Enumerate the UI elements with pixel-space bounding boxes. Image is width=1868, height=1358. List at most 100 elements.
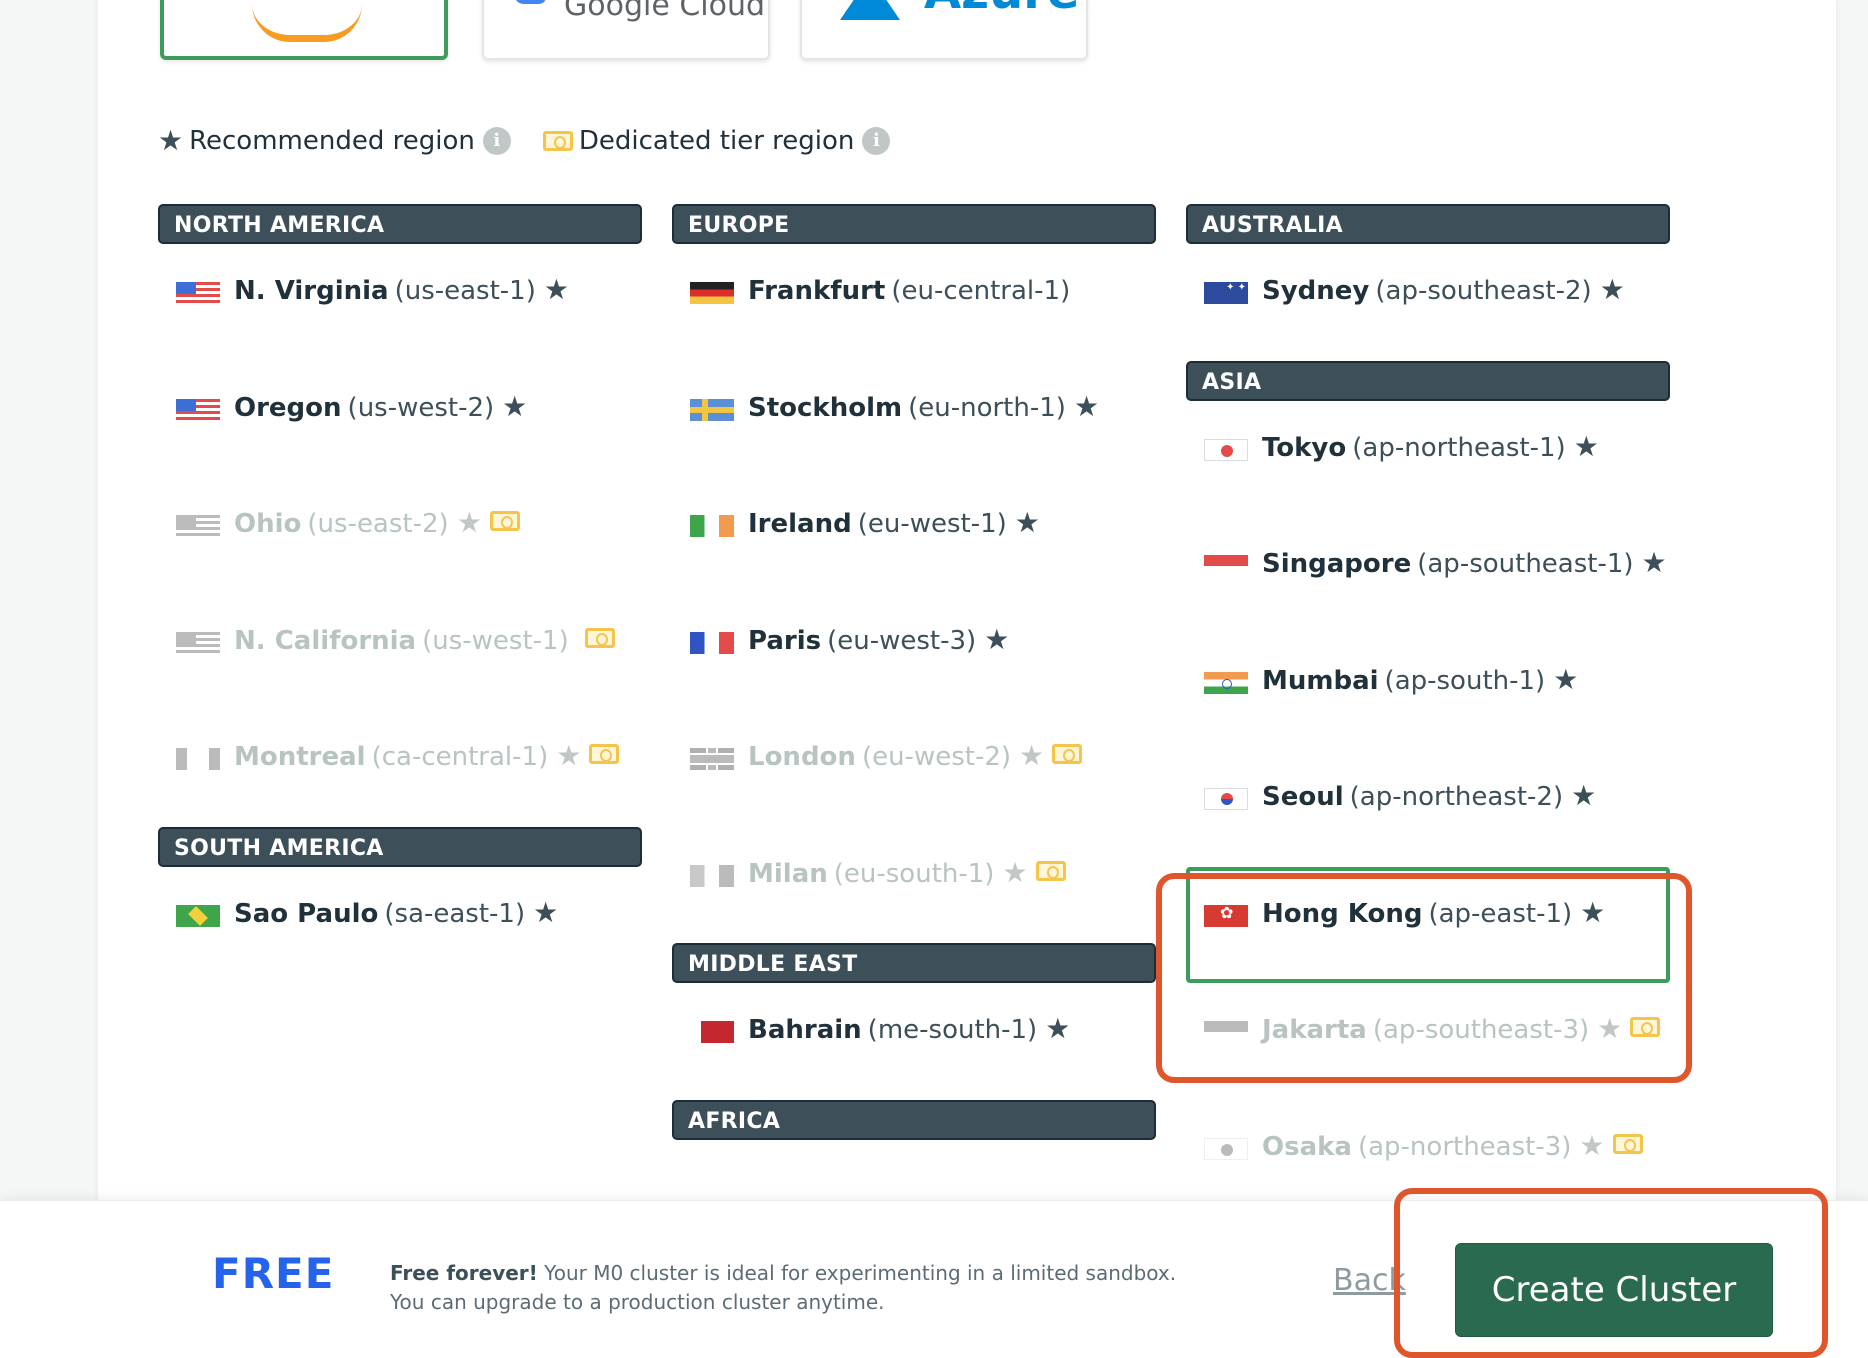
tier-description: Free forever! Your M0 cluster is ideal f… [390,1259,1210,1317]
region-name: Osaka [1262,1131,1352,1162]
region-option[interactable]: Ireland (eu-west-1) ★ [672,477,1156,594]
section-header: ASIA [1186,360,1670,401]
region-option[interactable]: Stockholm (eu-north-1) ★ [672,361,1156,478]
flag-icon [1204,788,1248,810]
flag-icon [1204,671,1248,694]
region-code: (us-west-2) [347,392,495,423]
dedicated-tier-icon [1052,744,1083,764]
section-header: AFRICA [672,1099,1156,1140]
dedicated-tier-icon [589,744,620,764]
region-code: (ap-northeast-2) [1349,782,1564,812]
legend-recommended-label: Recommended region [189,126,475,156]
region-name: Stockholm [748,392,903,423]
region-option[interactable]: Paris (eu-west-3) ★ [672,594,1156,711]
dedicated-tier-icon [584,627,615,648]
star-icon: ★ [1073,389,1100,423]
star-icon: ★ [1553,662,1579,696]
star-icon: ★ [1002,855,1028,889]
region-code: (eu-north-1) [908,392,1066,423]
region-name: N. Virginia [234,276,389,306]
star-icon: ★ [543,273,569,306]
region-column: NORTH AMERICA N. Virginia (us-east-1) ★ Oreg… [158,204,642,983]
star-icon: ★ [1599,273,1625,306]
flag-icon [176,282,220,304]
region-code: (ca-central-1) [371,742,549,772]
flag-icon [690,398,734,421]
provider-label: Google Cloud [564,0,766,23]
star-icon: ★ [533,895,559,929]
flag-icon [690,1021,734,1043]
region-name: Montreal [234,742,366,772]
region-name: Ohio [234,509,302,539]
region-code: (eu-central-1) [891,276,1071,306]
star-icon: ★ [502,389,528,423]
region-option: Milan (eu-south-1) ★ [672,827,1156,944]
flag-icon [176,631,220,654]
region-code: (ap-south-1) [1384,665,1546,696]
region-code: (ap-northeast-1) [1352,432,1566,463]
region-name: Singapore [1262,549,1412,579]
region-option[interactable]: Sydney(ap-southeast-2)★ [1186,244,1670,361]
region-option[interactable]: Frankfurt (eu-central-1) [672,244,1156,361]
star-icon: ★ [1045,1012,1071,1045]
dedicated-tier-icon [1035,860,1066,881]
region-option[interactable]: Tokyo (ap-northeast-1) ★ [1186,401,1670,518]
flag-icon [690,282,734,304]
region-name: Ireland [748,509,852,539]
legend-dedicated: Dedicated tier region i [542,126,891,156]
region-code: (eu-west-3) [827,625,977,656]
provider-card-gcp[interactable]: Google Cloud [482,0,770,60]
star-icon: ★ [1641,546,1667,579]
region-option[interactable]: Sao Paulo (sa-east-1) ★ [158,867,642,984]
dedicated-tier-icon [489,511,520,531]
flag-icon [176,398,220,421]
region-code: (eu-west-2) [861,742,1012,772]
region-option[interactable]: Singapore (ap-southeast-1) ★ [1186,517,1670,634]
section-header: EUROPE [672,204,1156,244]
region-code: (ap-southeast-2) [1375,276,1592,306]
region-option: London (eu-west-2) ★ [672,710,1156,827]
region-code: (ap-southeast-1) [1417,549,1634,579]
region-name: Sydney [1262,276,1370,306]
region-code: (eu-west-1) [857,509,1007,539]
region-legend: ★ Recommended region i Dedicated tier re… [158,126,922,156]
provider-label: Azure [924,0,1079,20]
provider-card-azure[interactable]: Azure [800,0,1088,60]
flag-icon [690,864,734,887]
region-option[interactable]: Seoul (ap-northeast-2) ★ [1186,750,1670,867]
flag-icon [1204,438,1248,461]
region-option[interactable]: Mumbai (ap-south-1) ★ [1186,634,1670,751]
provider-card-aws[interactable] [160,0,448,60]
star-icon: ★ [984,622,1010,656]
star-icon: ★ [158,124,184,157]
region-name: Paris [748,625,822,656]
flag-icon [176,748,220,770]
region-name: Tokyo [1262,432,1347,463]
region-code: (ap-northeast-3) [1357,1131,1572,1162]
flag-icon [690,631,734,654]
flag-icon [1204,282,1248,304]
region-name: London [748,742,856,772]
region-name: Frankfurt [748,276,886,306]
region-option: Ohio (us-east-2) ★ [158,477,642,594]
highlight-annotation [1394,1188,1828,1358]
highlight-annotation [1156,873,1692,1083]
region-option[interactable]: Bahrain (me-south-1) ★ [672,983,1156,1100]
info-icon[interactable]: i [482,127,511,155]
region-name: Seoul [1262,782,1344,812]
region-option: Montreal (ca-central-1) ★ [158,710,642,827]
region-name: Sao Paulo [234,898,379,929]
star-icon: ★ [1019,739,1045,772]
region-option[interactable]: Oregon (us-west-2) ★ [158,361,642,478]
flag-icon [1204,555,1248,577]
region-code: (us-east-1) [394,276,536,306]
azure-logo-icon [840,0,900,20]
legend-dedicated-label: Dedicated tier region [578,126,855,156]
region-code: (me-south-1) [867,1015,1038,1045]
region-option[interactable]: N. Virginia (us-east-1) ★ [158,244,642,361]
flag-icon [690,515,734,537]
aws-logo-icon [252,4,362,42]
star-icon: ★ [556,739,582,772]
info-icon[interactable]: i [862,127,891,155]
flag-icon [176,904,220,927]
